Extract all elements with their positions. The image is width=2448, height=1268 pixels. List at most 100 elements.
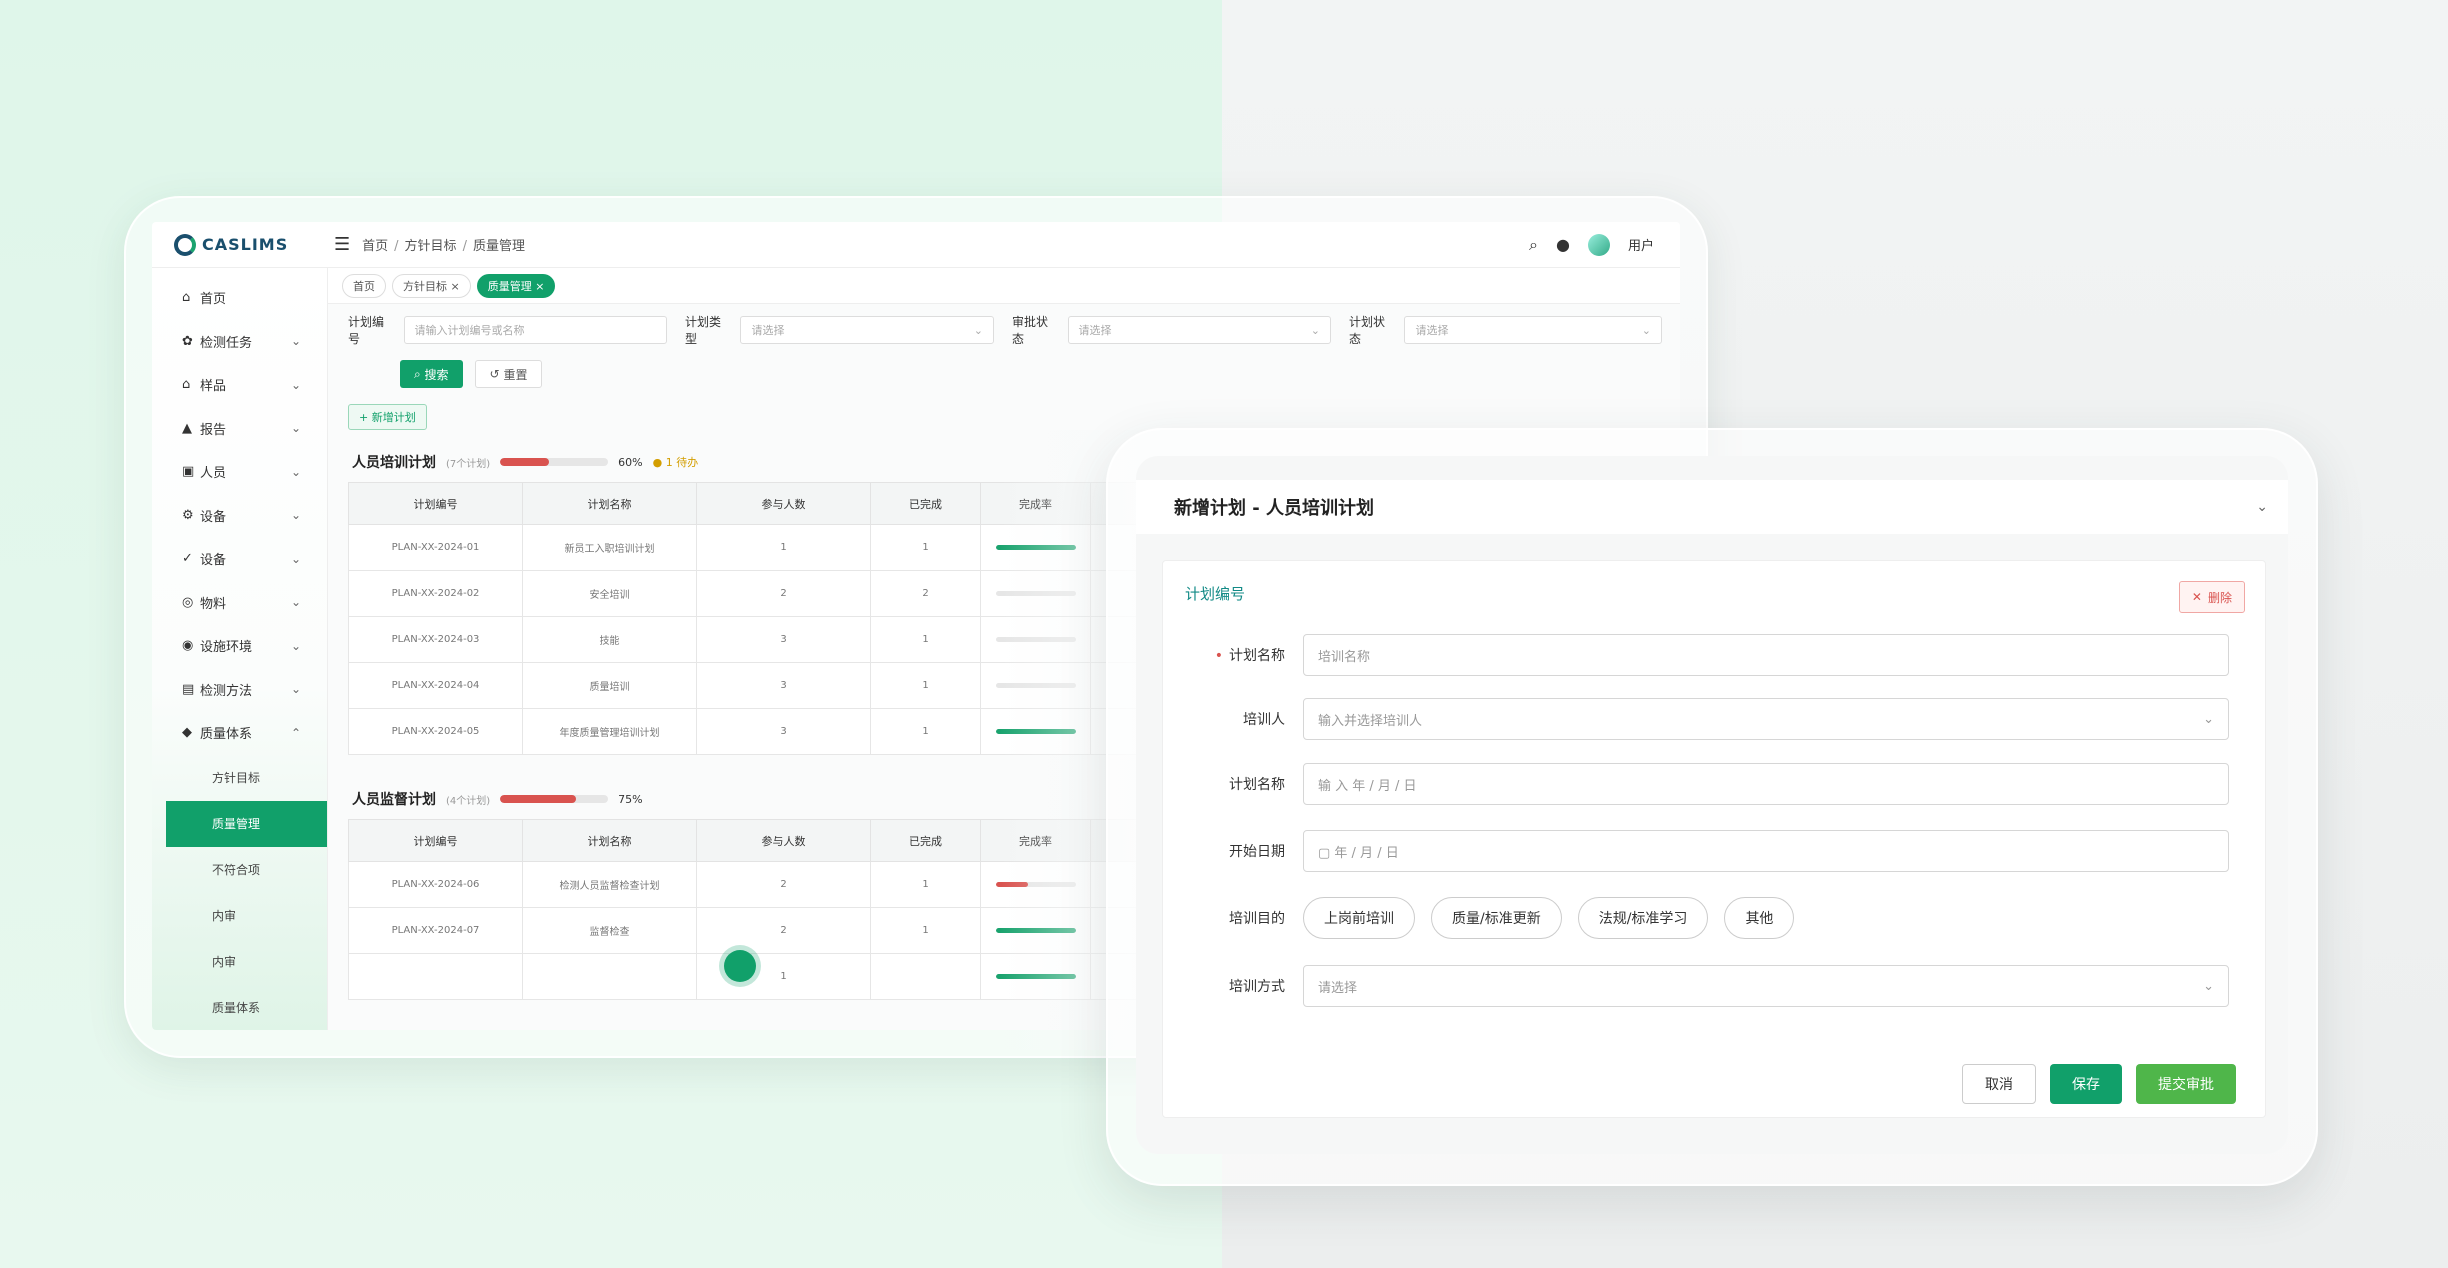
label-text: 计划名称 <box>1229 648 1285 664</box>
purpose-chip[interactable]: 其他 <box>1724 897 1795 939</box>
breadcrumb-item[interactable]: 方针目标 <box>405 239 457 254</box>
form-label: 计划名称 <box>1229 777 1285 793</box>
chevron-icon: ⌄ <box>290 682 301 697</box>
placeholder: 请输入计划编号或名称 <box>414 324 525 337</box>
column-header[interactable]: 计划名称 <box>522 482 697 525</box>
sidebar-subitem[interactable]: 质量管理 <box>166 800 327 847</box>
search-icon[interactable]: ⌕ <box>1529 235 1538 255</box>
sidebar-item[interactable]: ✓ 设备 ⌄ <box>152 537 327 581</box>
sidebar-subitem[interactable]: 内审 <box>152 893 327 939</box>
sidebar-item[interactable]: ⌂ 样品 ⌄ <box>152 363 327 407</box>
cancel-button[interactable]: 取消 <box>1962 1064 2036 1104</box>
tab-home[interactable]: 首页 <box>342 273 386 298</box>
form-label: 培训目的 <box>1229 911 1285 927</box>
check-icon: ✓ <box>182 551 193 567</box>
sidebar-item[interactable]: ⚙ 设备 ⌄ <box>152 494 327 538</box>
chevron-icon: ⌄ <box>290 595 301 610</box>
form-label: • 计划名称 <box>1163 645 1303 665</box>
submit-approval-button[interactable]: 提交审批 <box>2136 1064 2236 1104</box>
purpose-options: 上岗前培训 质量/标准更新 法规/标准学习 其他 <box>1303 897 1795 939</box>
cell-plan-name: 技能 <box>522 616 697 663</box>
cell-plan-no: PLAN-XX-2024-03 <box>348 616 523 663</box>
sidebar-subitem[interactable]: 方针目标 <box>152 755 327 801</box>
filter-label: 计划状态 <box>1348 315 1385 346</box>
chevron-icon: ⌄ <box>290 551 301 566</box>
sidebar-subitem[interactable]: 内审 <box>152 939 327 985</box>
cell-done: 1 <box>870 662 981 709</box>
required-mark: • <box>1214 648 1223 664</box>
purpose-chip[interactable]: 法规/标准学习 <box>1577 897 1709 939</box>
chevron-down-icon: ⌄ <box>973 323 984 337</box>
sidebar-item[interactable]: ◉ 设施环境 ⌄ <box>152 624 327 668</box>
cell-people: 2 <box>696 570 871 617</box>
column-header[interactable]: 已完成 <box>870 819 981 862</box>
plan-name-input[interactable]: 培训名称 <box>1303 634 2229 676</box>
approval-status-select[interactable]: 请选择 ⌄ <box>1067 316 1331 344</box>
cell-done: 1 <box>870 524 981 571</box>
tab-quality[interactable]: 质量管理 × <box>476 273 556 298</box>
method-icon: ▤ <box>182 681 195 697</box>
search-button[interactable]: ⌕ 搜索 <box>400 360 463 388</box>
shield-icon: ◆ <box>182 725 192 741</box>
filter-label: 计划编号 <box>348 315 385 346</box>
delete-label: 删除 <box>2207 590 2232 605</box>
floating-action-button[interactable] <box>724 950 756 982</box>
column-header[interactable]: 已完成 <box>870 482 981 525</box>
form-row-plan-name: • 计划名称 培训名称 <box>1163 633 2267 677</box>
top-right-tools: ⌕ ● 用户 <box>1529 233 1680 256</box>
plan-status-select[interactable]: 请选择 ⌄ <box>1404 316 1662 344</box>
sidebar-item[interactable]: ▤ 检测方法 ⌄ <box>152 668 327 712</box>
cell-plan-name: 监督检查 <box>522 907 697 954</box>
sidebar-item-label: 质量体系 <box>200 727 253 743</box>
sidebar: ⌂ 首页 ✿ 检测任务 ⌄ ⌂ 样品 ⌄ ▲ 报告 ⌄ ▣ 人员 ⌄ ⚙ 设备 ⌄ ✓ 设备 ⌄ ◎ 物料 ⌄ ◉ 设施环境 ⌄ ▤… <box>152 268 328 1030</box>
chevron-down-icon: ⌄ <box>2203 978 2214 994</box>
sidebar-item[interactable]: ◎ 物料 ⌄ <box>152 581 327 625</box>
form-label: 培训人 <box>1243 712 1285 728</box>
column-header[interactable]: 计划名称 <box>522 819 697 862</box>
placeholder: 请选择 <box>1078 324 1112 337</box>
sidebar-item[interactable]: ✿ 检测任务 ⌄ <box>152 320 327 364</box>
reset-button[interactable]: ↺ 重置 <box>474 360 543 388</box>
chevron-icon: ⌄ <box>290 508 301 523</box>
plan-no-input[interactable]: 请输入计划编号或名称 <box>403 316 667 344</box>
purpose-chip[interactable]: 质量/标准更新 <box>1431 897 1562 939</box>
sidebar-item[interactable]: ⌂ 首页 <box>152 276 327 320</box>
top-bar: CASLIMS ☰ 首页 / 方针目标 / 质量管理 ⌕ ● 用户 <box>152 222 1680 268</box>
chevron-down-icon[interactable]: ⌄ <box>2256 499 2268 515</box>
form-row-trainer: 培训人 输入并选择培训人 ⌄ <box>1163 697 2267 741</box>
material-icon: ◎ <box>182 594 194 610</box>
cell-people: 3 <box>696 708 871 755</box>
close-icon: ✕ <box>2191 590 2202 604</box>
method-select[interactable]: 请选择 ⌄ <box>1303 965 2229 1007</box>
column-header[interactable]: 参与人数 <box>696 482 871 525</box>
start-date-input[interactable]: ▢ 年 / 月 / 日 <box>1303 830 2229 872</box>
sidebar-item[interactable]: ▲ 报告 ⌄ <box>152 407 327 451</box>
sidebar-subitem[interactable]: 不符合项 <box>152 847 327 893</box>
menu-icon[interactable]: ☰ <box>334 234 350 255</box>
env-icon: ◉ <box>182 638 194 654</box>
sidebar-item[interactable]: ◆ 质量体系 ⌃ <box>152 711 327 755</box>
sidebar-item[interactable]: ▣ 人员 ⌄ <box>152 450 327 494</box>
add-plan-button[interactable]: + 新增计划 <box>348 404 427 430</box>
progress-fill <box>500 458 549 466</box>
chevron-down-icon: ⌄ <box>2203 711 2214 727</box>
sidebar-subitem[interactable]: 质量体系 <box>152 985 327 1031</box>
purpose-chip[interactable]: 上岗前培训 <box>1303 897 1415 939</box>
plan-date-input[interactable]: 输 入 年 / 月 / 日 <box>1303 763 2229 805</box>
bell-icon[interactable]: ● <box>1556 235 1570 254</box>
avatar[interactable] <box>1587 233 1610 256</box>
trainer-select[interactable]: 输入并选择培训人 ⌄ <box>1303 698 2229 740</box>
tab-policy[interactable]: 方针目标 × <box>392 273 471 298</box>
user-name[interactable]: 用户 <box>1628 235 1654 254</box>
breadcrumb-item[interactable]: 首页 <box>362 239 388 254</box>
save-button[interactable]: 保存 <box>2050 1064 2122 1104</box>
placeholder: 输入并选择培训人 <box>1318 713 1423 729</box>
column-header[interactable]: 计划编号 <box>348 482 523 525</box>
equipment-icon: ⚙ <box>182 507 194 523</box>
column-header[interactable]: 参与人数 <box>696 819 871 862</box>
sidebar-item-label: 检测方法 <box>200 683 253 699</box>
logo[interactable]: CASLIMS <box>152 233 322 256</box>
plan-type-select[interactable]: 请选择 ⌄ <box>740 316 995 344</box>
delete-button[interactable]: ✕ 删除 <box>2178 581 2245 613</box>
column-header[interactable]: 计划编号 <box>348 819 523 862</box>
